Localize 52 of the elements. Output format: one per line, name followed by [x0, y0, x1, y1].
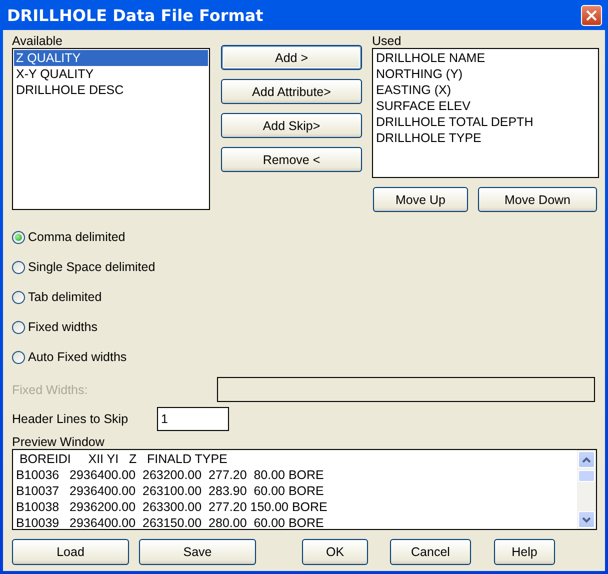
list-item[interactable]: EASTING (X)	[374, 82, 597, 98]
scroll-up-button[interactable]	[578, 451, 595, 468]
close-icon	[586, 10, 597, 20]
list-item[interactable]: NORTHING (Y)	[374, 66, 597, 82]
radio-button[interactable]	[12, 320, 25, 334]
preview-line: B10038 2936200.00 263300.00 277.20 150.00 BORE	[16, 499, 328, 515]
list-item[interactable]: DRILLHOLE TOTAL DEPTH	[374, 114, 597, 130]
field-label: Fixed Widths:	[12, 382, 88, 396]
move-button[interactable]: Move Down	[478, 187, 597, 212]
list-item[interactable]: Z QUALITY	[14, 50, 208, 66]
list-action-button[interactable]: Add Skip>	[221, 113, 362, 138]
preview-line: B10036 2936400.00 263200.00 277.20 80.00 BORE	[16, 467, 325, 483]
close-button[interactable]	[581, 4, 602, 26]
dialog-button[interactable]: Save	[139, 539, 256, 565]
list-item[interactable]: SURFACE ELEV	[374, 98, 597, 114]
list-box[interactable]: DRILLHOLE NAME NORTHING (Y) EASTING (X) SURFACE ELEV DRILLHOLE TOTAL DEPTH DRILLHOLE TYPE	[372, 48, 599, 178]
preview-label: Preview Window	[12, 435, 106, 449]
radio-label[interactable]: Comma delimited	[28, 230, 126, 244]
radio-label[interactable]: Single Space delimited	[28, 260, 156, 274]
dialog-button[interactable]: Load	[12, 539, 129, 565]
radio-label[interactable]: Fixed widths	[28, 320, 98, 334]
radio-button[interactable]	[12, 230, 25, 244]
chevron-up-icon	[582, 456, 591, 462]
list-action-button[interactable]: Add >	[221, 45, 362, 70]
list-label: Used	[372, 34, 402, 48]
field-label: Header Lines to Skip	[12, 412, 128, 426]
list-action-button[interactable]: Remove <	[221, 147, 362, 172]
list-item[interactable]: DRILLHOLE NAME	[374, 50, 597, 66]
window-title: DRILLHOLE Data File Format	[7, 6, 264, 24]
scroll-thumb[interactable]	[578, 470, 595, 482]
list-item[interactable]: DRILLHOLE TYPE	[374, 130, 597, 146]
list-box[interactable]: Z QUALITY X-Y QUALITY DRILLHOLE DESC	[12, 48, 210, 210]
move-button[interactable]: Move Up	[373, 187, 468, 212]
list-item[interactable]: X-Y QUALITY	[14, 66, 208, 82]
preview-line: BOREIDI XII YI Z FINALD TYPE	[18, 451, 228, 467]
radio-label[interactable]: Tab delimited	[28, 290, 102, 304]
list-action-button[interactable]: Add Attribute>	[221, 79, 362, 104]
dialog-button[interactable]: OK	[302, 539, 368, 565]
input-field[interactable]: 1	[157, 407, 230, 431]
radio-label[interactable]: Auto Fixed widths	[28, 350, 127, 364]
dialog-button[interactable]: Help	[494, 539, 555, 565]
chevron-down-icon	[582, 516, 591, 522]
input-field[interactable]	[217, 377, 595, 402]
dialog-button[interactable]: Cancel	[390, 539, 471, 565]
preview-line: B10037 2936400.00 263100.00 283.90 60.00 BORE	[16, 483, 325, 499]
list-item[interactable]: DRILLHOLE DESC	[14, 82, 208, 98]
scroll-down-button[interactable]	[578, 511, 595, 528]
radio-button[interactable]	[12, 290, 25, 304]
list-label: Available	[12, 34, 64, 48]
preview-line: B10039 2936400.00 263150.00 280.00 60.00 BORE	[16, 515, 325, 531]
radio-button[interactable]	[12, 260, 25, 274]
radio-button[interactable]	[12, 350, 25, 364]
